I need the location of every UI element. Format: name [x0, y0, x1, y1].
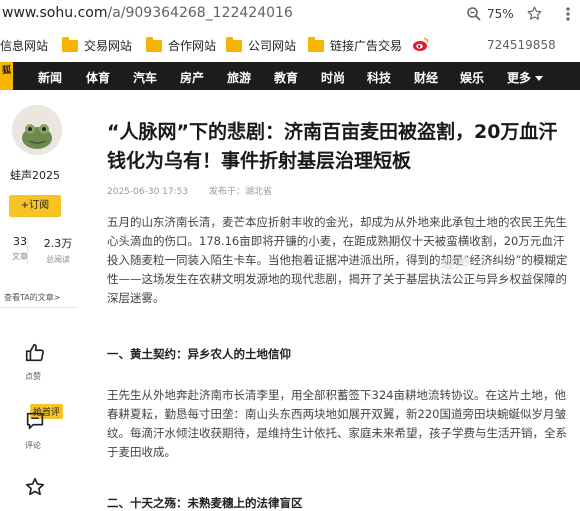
sidebar-divider — [0, 307, 78, 308]
bookmark-folder[interactable]: 公司网站 — [226, 36, 296, 54]
views-label: 总阅读 — [46, 255, 70, 264]
views-count: 2.3万 — [43, 237, 73, 250]
author-name[interactable]: 蛙声2025 — [10, 167, 60, 183]
nav-item-travel[interactable]: 旅游 — [227, 69, 251, 86]
watermark: 蛙声 — [440, 256, 470, 272]
nav-item-education[interactable]: 教育 — [274, 69, 298, 86]
nav-item-finance[interactable]: 财经 — [414, 69, 438, 86]
star-icon[interactable] — [24, 476, 46, 498]
comment-label: 评论 — [25, 441, 41, 450]
like-label: 点赞 — [25, 372, 41, 381]
section-heading: 一、黄土契约：异乡农人的土地信仰 — [107, 347, 291, 361]
thumbs-up-icon[interactable] — [24, 342, 46, 364]
folder-icon — [226, 36, 242, 52]
folder-icon — [62, 36, 78, 52]
bookmark-folder[interactable]: 链接广告交易 — [308, 36, 402, 54]
bookmark-folder[interactable]: 交易网站 — [62, 36, 132, 54]
zoom-level: 75% — [487, 7, 514, 21]
nav-item-realestate[interactable]: 房产 — [180, 69, 204, 86]
bookmark-star-icon[interactable] — [526, 5, 543, 22]
view-all-articles-link[interactable]: 查看TA的文章> — [4, 292, 60, 303]
section-heading: 二、十天之殇：未熟麦穗上的法律盲区 — [107, 496, 303, 510]
bookmark-number: 724519858 — [487, 38, 556, 52]
weibo-icon[interactable] — [412, 36, 430, 52]
more-menu-icon[interactable] — [560, 5, 576, 23]
sohu-logo[interactable]: 狐 — [0, 62, 13, 90]
channel-nav: 狐 新闻 体育 汽车 房产 旅游 教育 时尚 科技 财经 娱乐 更多 — [0, 62, 580, 90]
nav-item-tech[interactable]: 科技 — [367, 69, 391, 86]
publish-date: 2025-06-30 17:53 — [107, 187, 189, 197]
articles-count: 33 — [13, 235, 27, 248]
chevron-down-icon — [535, 76, 544, 81]
bookmarks-bar: 信息网站 交易网站 合作网站 公司网站 链接广告交易 724519858 — [0, 28, 580, 63]
bookmark-folder[interactable]: 合作网站 — [146, 36, 216, 54]
folder-icon — [146, 36, 162, 52]
comment-icon[interactable] — [24, 410, 46, 432]
url-path: /a/909364268_122424016 — [107, 5, 293, 21]
author-sidebar: 蛙声2025 +订阅 33 文章 2.3万 总阅读 查看TA的文章> 点赞 抢首… — [0, 90, 80, 511]
url-text[interactable]: www.sohu.com/a/909364268_122424016 — [2, 5, 293, 21]
views-stat: 2.3万 总阅读 — [38, 235, 78, 265]
articles-stat[interactable]: 33 文章 — [0, 235, 40, 262]
nav-item-entertainment[interactable]: 娱乐 — [460, 69, 484, 86]
address-bar[interactable]: www.sohu.com/a/909364268_122424016 75% — [0, 0, 580, 28]
article-paragraph: 五月的山东济南长清，麦芒本应折射丰收的金光，却成为从外地来此承包土地的农民王先生… — [107, 215, 568, 305]
url-host: www.sohu.com — [2, 5, 108, 21]
zoom-icon[interactable] — [466, 6, 482, 22]
nav-item-news[interactable]: 新闻 — [38, 69, 62, 86]
nav-item-sports[interactable]: 体育 — [86, 69, 110, 86]
publish-location: 发布于：湖北省 — [208, 187, 272, 197]
articles-label: 文章 — [12, 252, 28, 261]
article-meta: 2025-06-30 17:53 发布于：湖北省 — [107, 184, 290, 197]
bookmark-item[interactable]: 信息网站 — [0, 37, 48, 54]
nav-item-fashion[interactable]: 时尚 — [321, 69, 345, 86]
article-title: “人脉网”下的悲剧：济南百亩麦田被盗割，20万血汗钱化为乌有！事件折射基层治理短… — [107, 121, 558, 172]
article-paragraph: 王先生从外地奔赴济南市长清李里，用全部积蓄签下324亩耕地流转协议。在这片土地，… — [107, 388, 567, 459]
follow-button[interactable]: +订阅 — [9, 195, 61, 217]
avatar-image — [12, 105, 62, 155]
folder-icon — [308, 36, 324, 52]
nav-item-auto[interactable]: 汽车 — [133, 69, 157, 86]
avatar[interactable] — [12, 105, 62, 155]
stat-divider — [27, 238, 28, 264]
nav-more[interactable]: 更多 — [507, 69, 544, 86]
